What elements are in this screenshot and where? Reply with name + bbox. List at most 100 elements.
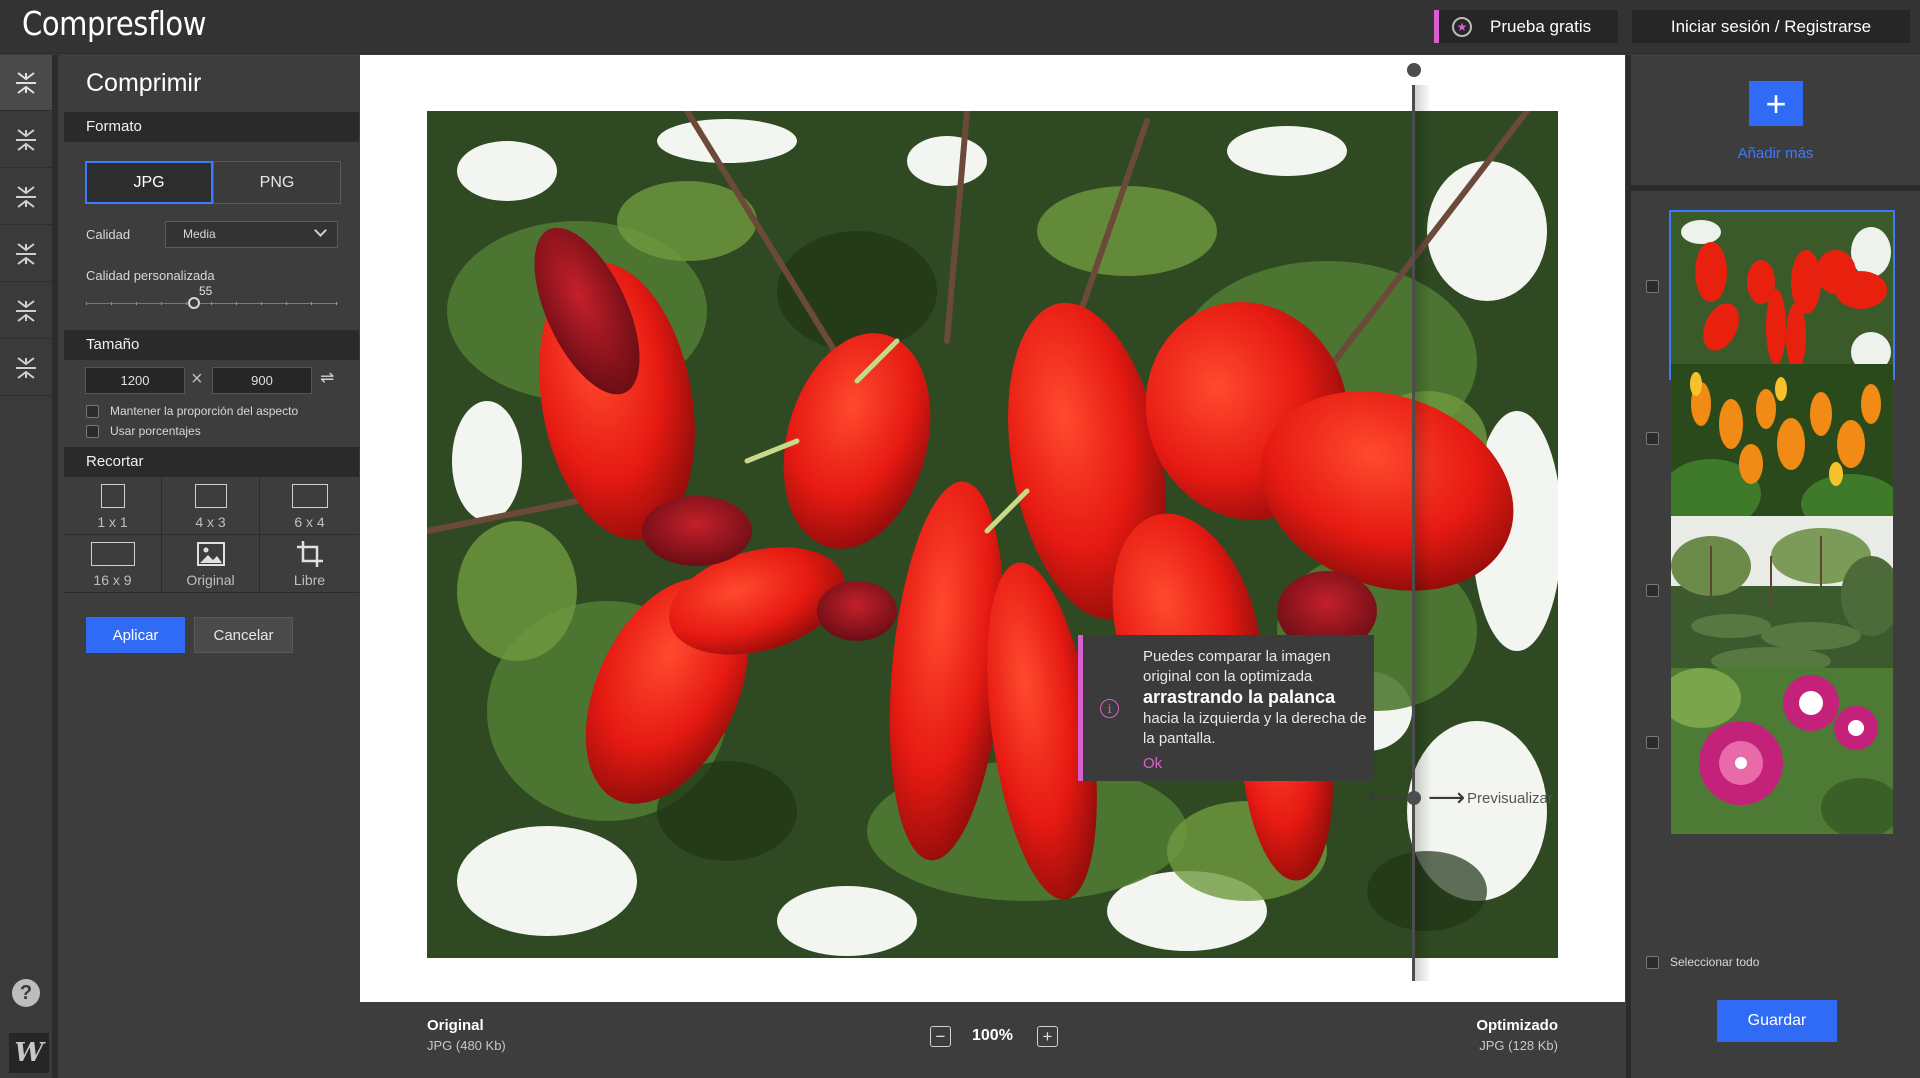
height-input[interactable]: 900 (212, 367, 312, 394)
info-icon: i (1100, 699, 1119, 718)
crop-label: 4 x 3 (195, 514, 226, 530)
panel-title: Comprimir (86, 69, 202, 97)
rail-item-tool-2[interactable] (0, 112, 52, 168)
original-title: Original (427, 1017, 484, 1034)
original-info: JPG (480 Kb) (427, 1038, 506, 1053)
image-icon (196, 542, 225, 566)
apply-button[interactable]: Aplicar (86, 617, 185, 653)
square-icon (100, 484, 125, 508)
keep-ratio-label: Mantener la proporción del aspecto (110, 404, 299, 418)
top-bar: Compresflow ★ Prueba gratis Iniciar sesi… (0, 0, 1920, 54)
zoom-level: 100% (972, 1027, 1013, 1044)
arrow-right-icon: ⟶ (1428, 782, 1466, 812)
tooltip-line-1: Puedes comparar la imagen original con l… (1143, 648, 1331, 685)
crop-option-4x3[interactable]: 4 x 3 (162, 477, 260, 535)
rail-item-tool-5[interactable] (0, 283, 52, 339)
free-trial-button[interactable]: ★ Prueba gratis (1434, 10, 1618, 43)
optimized-title: Optimizado (1476, 1017, 1558, 1034)
rail-item-tool-3[interactable] (0, 169, 52, 225)
crop-option-free[interactable]: Libre (260, 535, 359, 593)
arrow-left-icon: ⟵ (1367, 782, 1405, 812)
brand-w-icon[interactable]: W (9, 1033, 49, 1073)
crop-option-1x1[interactable]: 1 x 1 (64, 477, 162, 535)
format-png-button[interactable]: PNG (213, 161, 341, 204)
login-register-button[interactable]: Iniciar sesión / Registrarse (1632, 10, 1910, 43)
tooltip-line-2: hacia la izquierda y la derecha de la pa… (1143, 710, 1367, 747)
queue-item-checkbox[interactable] (1646, 432, 1659, 445)
rail-item-tool-4[interactable] (0, 226, 52, 282)
section-format-heading: Formato (64, 112, 359, 142)
tool-rail: ? W (0, 55, 58, 1078)
compare-divider-shadow (1415, 85, 1431, 981)
slider-fill (86, 303, 194, 304)
compare-handle-top[interactable] (1407, 63, 1421, 77)
tooltip-text: Puedes comparar la imagen original con l… (1143, 647, 1373, 749)
slider-thumb[interactable] (188, 297, 200, 309)
zoom-in-button[interactable]: + (1037, 1026, 1058, 1047)
compare-handle-bottom[interactable] (1407, 791, 1421, 805)
queue-item-checkbox[interactable] (1646, 736, 1659, 749)
zoom-out-button[interactable]: − (930, 1026, 951, 1047)
queue-thumbnail[interactable] (1671, 668, 1893, 834)
quality-select-value: Media (183, 227, 216, 241)
rail-item-tool-6[interactable] (0, 340, 52, 396)
save-button[interactable]: Guardar (1717, 1000, 1837, 1042)
use-percent-option[interactable]: Usar porcentajes (86, 424, 201, 438)
crop-label: 16 x 9 (93, 572, 132, 588)
add-more-label[interactable]: Añadir más (1631, 145, 1920, 162)
image-preview[interactable] (427, 111, 1558, 958)
crop-options-grid: 1 x 1 4 x 3 6 x 4 16 x 9 Original Libre (64, 477, 359, 594)
compress-icon (16, 71, 36, 94)
queue-item[interactable] (1631, 658, 1920, 844)
crop-option-6x4[interactable]: 6 x 4 (260, 477, 359, 535)
crop-option-16x9[interactable]: 16 x 9 (64, 535, 162, 593)
compare-divider[interactable] (1412, 85, 1415, 981)
use-percent-label: Usar porcentajes (110, 424, 201, 438)
tooltip-bold: arrastrando la palanca (1143, 687, 1336, 707)
flower-photo (427, 111, 1558, 958)
rectangle-16x9-icon (90, 542, 135, 566)
image-queue-panel: + Añadir más Seleccionar todo Guardar (1626, 55, 1920, 1078)
help-icon[interactable]: ? (12, 979, 40, 1007)
status-bar: Original JPG (480 Kb) − 100% + Optimizad… (360, 1002, 1625, 1078)
cancel-button[interactable]: Cancelar (194, 617, 293, 653)
crop-icon (296, 541, 323, 567)
format-jpg-button[interactable]: JPG (85, 161, 213, 204)
chevron-down-icon (314, 224, 327, 237)
crop-label: Original (186, 572, 235, 588)
rail-item-compress[interactable] (0, 55, 52, 111)
width-input[interactable]: 1200 (85, 367, 185, 394)
queue-item-checkbox[interactable] (1646, 280, 1659, 293)
compress-icon (16, 299, 36, 322)
compress-icon (16, 356, 36, 379)
select-all-option[interactable]: Seleccionar todo (1646, 955, 1759, 969)
rectangle-4x3-icon (194, 484, 227, 508)
swap-icon[interactable]: ⇌ (320, 368, 334, 388)
quality-select[interactable]: Media (165, 221, 338, 248)
crop-option-original[interactable]: Original (162, 535, 260, 593)
select-all-label: Seleccionar todo (1670, 955, 1760, 969)
free-trial-label: Prueba gratis (1490, 16, 1592, 36)
divider (1631, 185, 1920, 191)
settings-panel: Comprimir Formato JPG PNG Calidad Media … (64, 55, 359, 1078)
quality-slider[interactable] (86, 297, 338, 309)
custom-quality-value: 55 (199, 284, 213, 298)
keep-ratio-checkbox[interactable] (86, 404, 99, 418)
use-percent-checkbox[interactable] (86, 424, 99, 438)
queue-item-checkbox[interactable] (1646, 584, 1659, 597)
keep-ratio-option[interactable]: Mantener la proporción del aspecto (86, 404, 298, 418)
add-more-button[interactable]: + (1749, 81, 1803, 126)
preview-canvas: ⟵ ⟶ Previsualizar i Puedes comparar la i… (360, 55, 1625, 1002)
app-logo[interactable]: Compresflow (22, 4, 206, 43)
compress-icon (16, 242, 36, 265)
compress-icon (16, 128, 36, 151)
section-size-heading: Tamaño (64, 330, 359, 360)
crop-label: 1 x 1 (97, 514, 128, 530)
select-all-checkbox[interactable] (1646, 955, 1659, 969)
tooltip-ok-link[interactable]: Ok (1143, 755, 1162, 772)
crop-label: Libre (293, 572, 326, 588)
optimized-info: JPG (128 Kb) (1479, 1038, 1558, 1053)
rectangle-6x4-icon (291, 484, 328, 508)
compare-tip-tooltip: i Puedes comparar la imagen original con… (1078, 635, 1374, 781)
preview-label: Previsualizar (1467, 790, 1553, 807)
